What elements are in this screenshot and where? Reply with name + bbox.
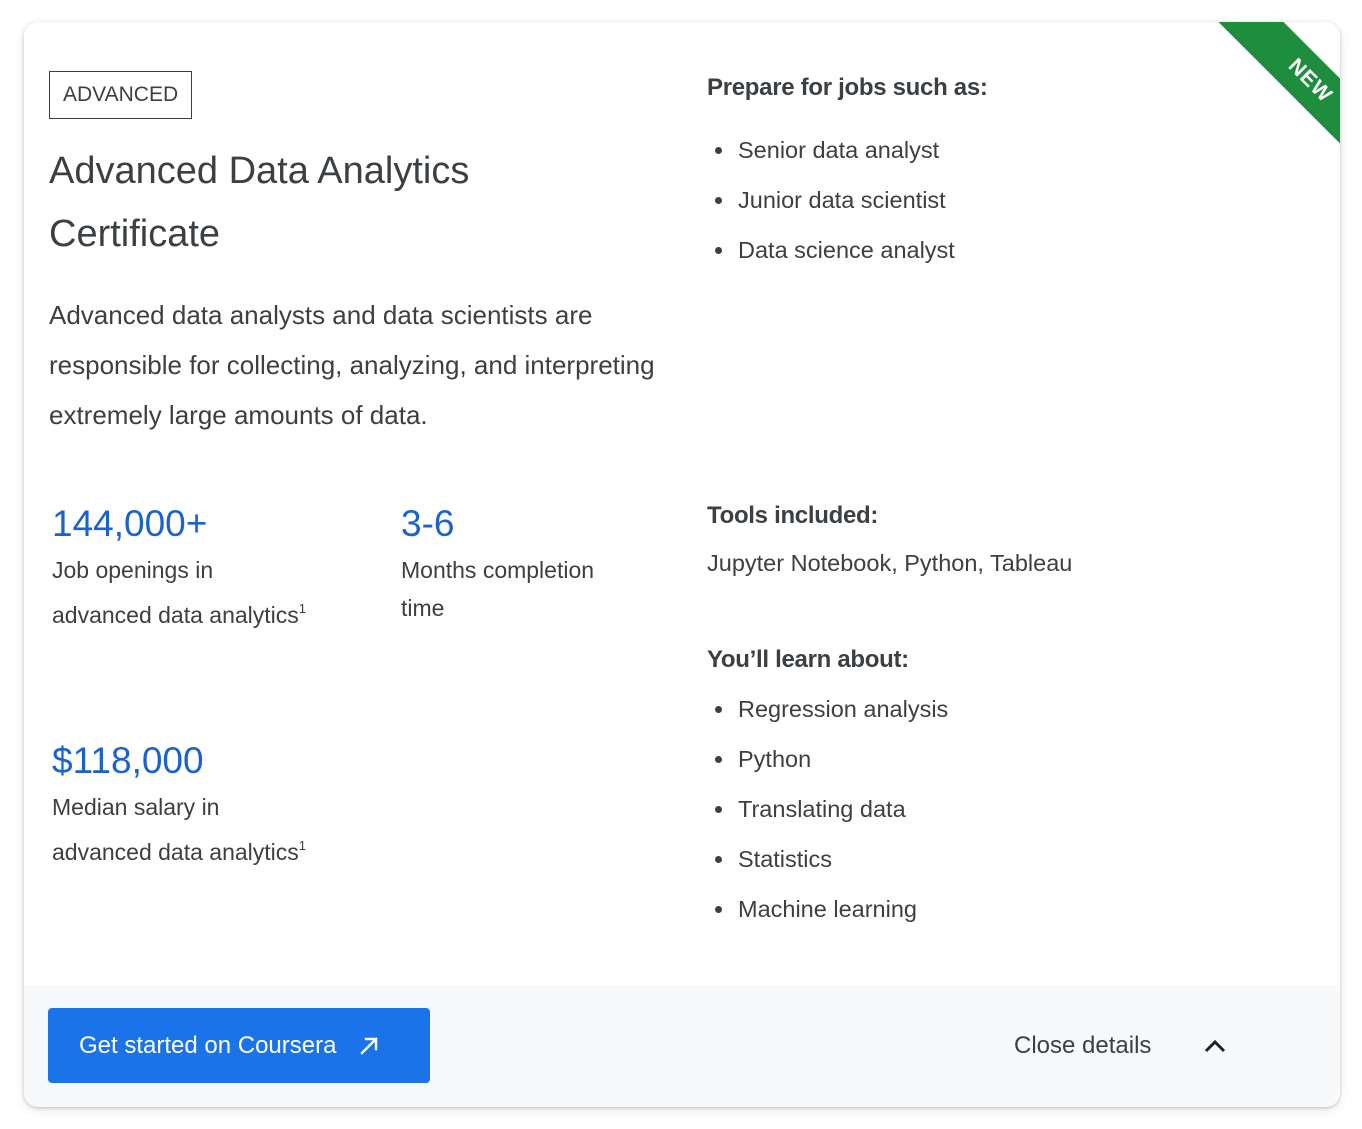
list-item: Regression analysis <box>714 694 948 744</box>
stat-job-openings-label: Job openings in advanced data analytics1 <box>52 552 312 634</box>
certificate-title: Advanced Data Analytics Certificate <box>49 150 470 255</box>
stat-job-openings-value: 144,000+ <box>52 503 208 544</box>
list-item: Data science analyst <box>714 235 955 285</box>
stat-median-salary-text: Median salary in advanced data analytics <box>52 794 299 865</box>
jobs-heading: Prepare for jobs such as: <box>707 74 988 101</box>
external-arrow-icon <box>358 1035 380 1057</box>
list-item: Translating data <box>714 794 948 844</box>
stat-median-salary-value: $118,000 <box>52 740 204 781</box>
close-details-label: Close details <box>1014 1031 1152 1059</box>
tools-heading: Tools included: <box>707 502 879 529</box>
footnote-marker: 1 <box>298 600 307 616</box>
tools-text: Jupyter Notebook, Python, Tableau <box>707 550 1073 576</box>
stat-job-openings-text: Job openings in advanced data analytics <box>52 557 299 628</box>
new-ribbon: NEW <box>1200 22 1340 162</box>
get-started-coursera-button[interactable]: Get started on Coursera <box>48 1008 430 1083</box>
card-footer: Get started on Coursera Close details <box>24 985 1340 1107</box>
get-started-label: Get started on Coursera <box>79 1031 337 1059</box>
learn-list: Regression analysis Python Translating d… <box>714 694 948 944</box>
certificate-description: Advanced data analysts and data scientis… <box>49 300 655 430</box>
chevron-up-icon <box>1203 1038 1227 1054</box>
close-details-button[interactable]: Close details <box>1014 1008 1227 1083</box>
certificate-card: NEW ADVANCED Advanced Data Analytics Cer… <box>24 22 1340 1107</box>
stat-job-openings: 144,000+ Job openings in advanced data a… <box>52 502 312 634</box>
level-badge: ADVANCED <box>49 71 193 119</box>
list-item: Machine learning <box>714 894 948 944</box>
stat-median-salary: $118,000 Median salary in advanced data … <box>52 739 312 871</box>
stat-median-salary-label: Median salary in advanced data analytics… <box>52 789 312 871</box>
list-item: Python <box>714 744 948 794</box>
list-item: Statistics <box>714 844 948 894</box>
stat-completion-time-value: 3-6 <box>401 503 455 544</box>
stat-completion-time-label: Months completion time <box>401 557 595 621</box>
learn-heading: You’ll learn about: <box>707 646 909 673</box>
list-item: Junior data scientist <box>714 185 955 235</box>
footnote-marker: 1 <box>298 837 307 853</box>
stat-completion-time: 3-6 Months completion time <box>401 502 661 627</box>
list-item: Senior data analyst <box>714 135 955 185</box>
new-ribbon-label: NEW <box>1215 22 1340 162</box>
jobs-list: Senior data analyst Junior data scientis… <box>714 135 955 285</box>
